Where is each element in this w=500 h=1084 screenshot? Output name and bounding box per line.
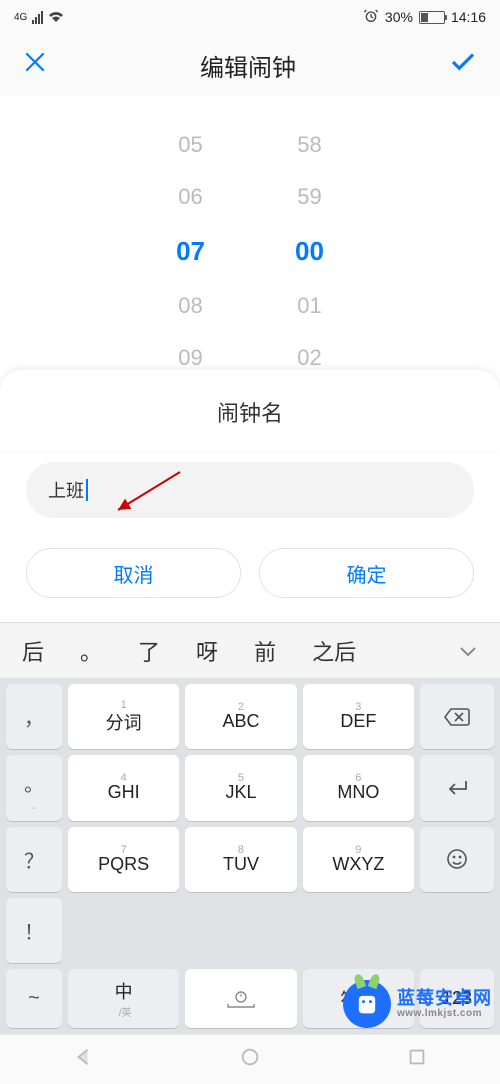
- hour-option[interactable]: 07: [176, 236, 205, 267]
- enter-key[interactable]: [420, 755, 494, 820]
- minute-option[interactable]: 02: [297, 345, 321, 371]
- ime-suggestion[interactable]: 。: [62, 635, 120, 667]
- hour-option[interactable]: 05: [178, 132, 202, 158]
- system-nav-bar: [0, 1034, 500, 1084]
- watermark-url: www.lmkjst.com: [397, 1008, 492, 1019]
- page-title: 编辑闹钟: [200, 48, 296, 83]
- battery-label: 30%: [385, 9, 413, 25]
- watermark-logo: [343, 980, 391, 1028]
- minute-option[interactable]: 01: [297, 293, 321, 319]
- letter-key[interactable]: 3DEF: [303, 684, 414, 749]
- ime-suggestion[interactable]: 之后: [294, 635, 374, 667]
- letter-key[interactable]: 1分词: [68, 684, 179, 749]
- letter-key[interactable]: 8TUV: [185, 827, 296, 892]
- minute-option[interactable]: 59: [297, 184, 321, 210]
- hour-option[interactable]: 08: [178, 293, 202, 319]
- watermark-title: 蓝莓安卓网: [397, 988, 492, 1008]
- collapse-suggestions-icon[interactable]: [440, 638, 496, 664]
- ime-suggestion[interactable]: 后: [4, 635, 62, 667]
- letter-key[interactable]: 9WXYZ: [303, 827, 414, 892]
- hour-option[interactable]: 09: [178, 345, 202, 371]
- alarm-icon: [363, 8, 379, 27]
- letter-key[interactable]: 7PQRS: [68, 827, 179, 892]
- minute-option[interactable]: 00: [295, 236, 324, 267]
- ok-button[interactable]: 确定: [259, 548, 474, 598]
- home-button[interactable]: [239, 1046, 261, 1073]
- hour-option[interactable]: 06: [178, 184, 202, 210]
- clock-label: 14:16: [451, 9, 486, 25]
- back-button[interactable]: [72, 1046, 94, 1073]
- letter-key[interactable]: 6MNO: [303, 755, 414, 820]
- letter-key[interactable]: 4GHI: [68, 755, 179, 820]
- confirm-button[interactable]: [448, 47, 478, 84]
- network-label: 4G: [14, 12, 27, 23]
- emoji-key[interactable]: [420, 827, 494, 892]
- punct-key[interactable]: ？: [6, 827, 62, 892]
- alarm-name-dialog: 闹钟名 上班 取消 确定: [0, 370, 500, 450]
- ime-suggestion[interactable]: 前: [236, 635, 294, 667]
- dialog-title: 闹钟名: [0, 370, 500, 428]
- close-button[interactable]: [22, 49, 48, 82]
- ime-suggestion[interactable]: 了: [120, 635, 178, 667]
- punct-key[interactable]: 。-: [6, 755, 62, 820]
- watermark: 蓝莓安卓网 www.lmkjst.com: [343, 980, 492, 1028]
- recents-button[interactable]: [406, 1046, 428, 1073]
- alarm-name-input[interactable]: 上班: [26, 462, 474, 518]
- punct-key[interactable]: ！: [6, 898, 62, 963]
- wifi-icon: [48, 11, 64, 23]
- lang-toggle-key[interactable]: 中/英: [68, 969, 179, 1028]
- battery-icon: [419, 11, 445, 24]
- minute-option[interactable]: 58: [297, 132, 321, 158]
- backspace-key[interactable]: [420, 684, 494, 749]
- input-value: 上班: [48, 477, 84, 503]
- letter-key[interactable]: 2ABC: [185, 684, 296, 749]
- status-bar: 4G 30% 14:16: [0, 0, 500, 34]
- ime-suggestion[interactable]: 呀: [178, 635, 236, 667]
- punct-key[interactable]: ~: [6, 969, 62, 1028]
- letter-key[interactable]: 5JKL: [185, 755, 296, 820]
- punct-key[interactable]: ，: [6, 684, 62, 749]
- space-key[interactable]: [185, 969, 296, 1028]
- cancel-button[interactable]: 取消: [26, 548, 241, 598]
- signal-icon: [32, 10, 43, 24]
- topbar: 编辑闹钟: [0, 34, 500, 96]
- text-cursor: [86, 479, 88, 501]
- ime-suggestion-bar: 后。了呀前之后: [0, 622, 500, 678]
